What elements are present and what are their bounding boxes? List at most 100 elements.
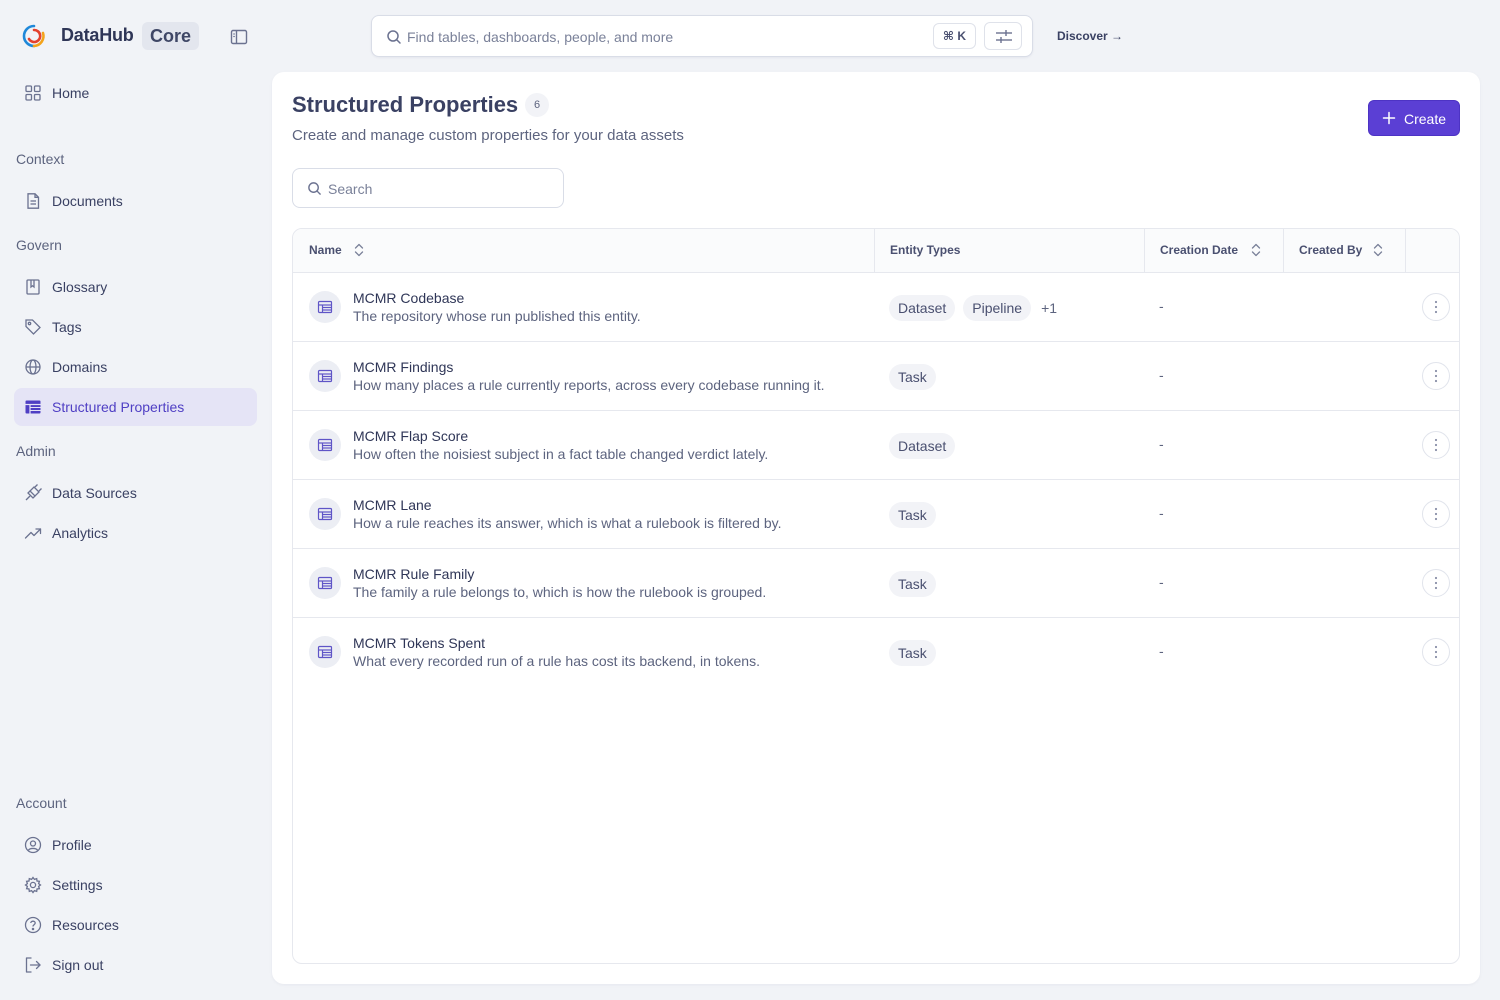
row-actions-button[interactable] xyxy=(1422,293,1450,321)
sidebar-item-resources[interactable]: Resources xyxy=(14,906,257,944)
entity-type-pill: Task xyxy=(889,364,936,390)
plug-icon xyxy=(24,484,42,502)
global-search-input[interactable]: Find tables, dashboards, people, and mor… xyxy=(371,15,1033,57)
tag-icon xyxy=(24,318,42,336)
column-header-actions xyxy=(1405,229,1459,272)
sidebar-item-home[interactable]: Home xyxy=(14,74,257,112)
creation-date-cell: - xyxy=(1159,298,1164,314)
structured-property-icon xyxy=(309,498,341,530)
sidebar-item-sign-out[interactable]: Sign out xyxy=(14,946,257,984)
grid-icon xyxy=(24,84,42,102)
sidebar-item-label: Profile xyxy=(52,837,92,853)
property-name[interactable]: MCMR Codebase xyxy=(353,290,464,306)
entity-types-cell: Dataset Pipeline +1 xyxy=(889,295,1057,321)
sidebar-item-tags[interactable]: Tags xyxy=(14,308,257,346)
table-row[interactable]: MCMR Findings How many places a rule curr… xyxy=(293,342,1459,411)
page-subtitle: Create and manage custom properties for … xyxy=(292,127,684,144)
sign-out-icon xyxy=(24,956,42,974)
row-actions-button[interactable] xyxy=(1422,362,1450,390)
entity-types-cell: Dataset xyxy=(889,433,956,459)
property-name[interactable]: MCMR Tokens Spent xyxy=(353,635,485,651)
discover-link[interactable]: Discover → xyxy=(1057,29,1123,43)
row-actions-button[interactable] xyxy=(1422,638,1450,666)
sidebar-item-analytics[interactable]: Analytics xyxy=(14,514,257,552)
sidebar-item-label: Sign out xyxy=(52,957,104,973)
structured-property-icon xyxy=(309,429,341,461)
row-actions-button[interactable] xyxy=(1422,431,1450,459)
property-count-badge: 6 xyxy=(525,93,549,117)
sidebar-item-label: Glossary xyxy=(52,279,108,295)
sort-icon[interactable] xyxy=(353,242,365,258)
creation-date-cell: - xyxy=(1159,574,1164,590)
entity-types-cell: Task xyxy=(889,571,936,597)
sidebar-item-structured-properties[interactable]: Structured Properties xyxy=(14,388,257,426)
help-circle-icon xyxy=(24,916,42,934)
structured-property-icon xyxy=(309,567,341,599)
sidebar-item-documents[interactable]: Documents xyxy=(14,182,257,220)
property-name[interactable]: MCMR Findings xyxy=(353,359,453,375)
edition-badge: Core xyxy=(142,22,200,50)
entity-type-pill: Dataset xyxy=(889,433,956,459)
entity-type-pill: Dataset xyxy=(889,295,956,321)
sort-icon[interactable] xyxy=(1372,242,1384,258)
property-name[interactable]: MCMR Flap Score xyxy=(353,428,468,444)
creation-date-cell: - xyxy=(1159,505,1164,521)
sidebar-item-data-sources[interactable]: Data Sources xyxy=(14,474,257,512)
entity-types-cell: Task xyxy=(889,502,936,528)
entity-types-cell: Task xyxy=(889,640,936,666)
sidebar-item-label: Tags xyxy=(52,319,82,335)
datahub-logo[interactable] xyxy=(22,24,46,48)
table-icon xyxy=(24,398,42,416)
structured-property-icon xyxy=(309,291,341,323)
table-row[interactable]: MCMR Lane How a rule reaches its answer, … xyxy=(293,480,1459,549)
row-actions-button[interactable] xyxy=(1422,569,1450,597)
keyboard-shortcut-badge: ⌘ K xyxy=(933,23,976,49)
creation-date-cell: - xyxy=(1159,436,1164,452)
entity-type-pill: Task xyxy=(889,571,936,597)
entity-type-pill: Task xyxy=(889,502,936,528)
sidebar-item-profile[interactable]: Profile xyxy=(14,826,257,864)
entity-types-cell: Task xyxy=(889,364,936,390)
column-header-creation-date[interactable]: Creation Date xyxy=(1144,229,1283,272)
column-header-name[interactable]: Name xyxy=(293,229,874,272)
creation-date-cell: - xyxy=(1159,643,1164,659)
sidebar-item-glossary[interactable]: Glossary xyxy=(14,268,257,306)
user-circle-icon xyxy=(24,836,42,854)
sidebar-item-label: Settings xyxy=(52,877,103,893)
sidebar-item-domains[interactable]: Domains xyxy=(14,348,257,386)
search-icon xyxy=(307,181,322,196)
sidebar-toggle-icon[interactable] xyxy=(229,27,249,47)
search-icon xyxy=(386,29,402,45)
property-description: The repository whose run published this … xyxy=(353,308,641,324)
column-header-created-by[interactable]: Created By xyxy=(1283,229,1405,272)
more-entity-types[interactable]: +1 xyxy=(1039,295,1057,321)
sort-icon[interactable] xyxy=(1250,242,1262,258)
gear-icon xyxy=(24,876,42,894)
property-name[interactable]: MCMR Rule Family xyxy=(353,566,474,582)
entity-type-pill: Task xyxy=(889,640,936,666)
table-row[interactable]: MCMR Flap Score How often the noisiest su… xyxy=(293,411,1459,480)
table-row[interactable]: MCMR Codebase The repository whose run pu… xyxy=(293,273,1459,342)
property-description: How often the noisiest subject in a fact… xyxy=(353,446,769,462)
sliders-icon xyxy=(996,30,1012,43)
search-filters-button[interactable] xyxy=(984,22,1022,50)
property-description: The family a rule belongs to, which is h… xyxy=(353,584,767,600)
structured-properties-table: Name Entity Types Creation Date Created … xyxy=(292,228,1460,964)
column-header-entity-types: Entity Types xyxy=(874,229,1144,272)
table-row[interactable]: MCMR Rule Family The family a rule belong… xyxy=(293,549,1459,618)
sidebar-item-settings[interactable]: Settings xyxy=(14,866,257,904)
book-icon xyxy=(24,278,42,296)
structured-property-icon xyxy=(309,636,341,668)
structured-property-icon xyxy=(309,360,341,392)
table-header: Name Entity Types Creation Date Created … xyxy=(293,229,1459,273)
table-row[interactable]: MCMR Tokens Spent What every recorded run… xyxy=(293,618,1459,687)
row-actions-button[interactable] xyxy=(1422,500,1450,528)
plus-icon xyxy=(1382,111,1396,125)
document-icon xyxy=(24,192,42,210)
property-name[interactable]: MCMR Lane xyxy=(353,497,432,513)
sidebar-item-label: Analytics xyxy=(52,525,109,541)
create-button[interactable]: Create xyxy=(1368,100,1460,136)
sidebar-item-label: Data Sources xyxy=(52,485,137,501)
table-search-placeholder: Search xyxy=(328,181,373,197)
table-search-input[interactable]: Search xyxy=(292,168,564,208)
